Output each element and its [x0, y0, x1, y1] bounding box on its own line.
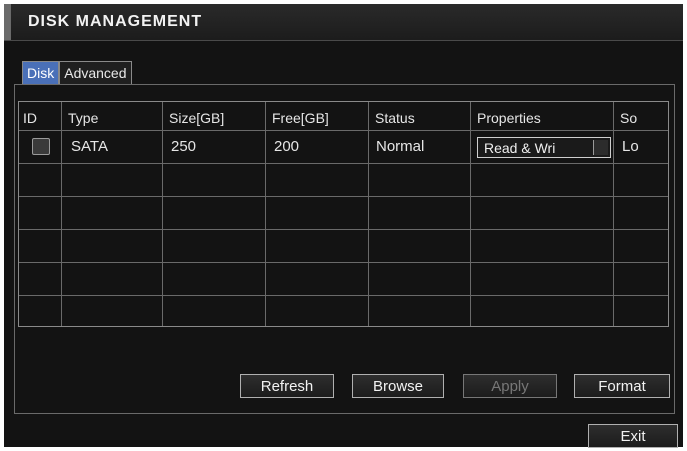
exit-button[interactable]: Exit [588, 424, 678, 448]
tab-bar: Disk Advanced [22, 61, 132, 85]
properties-dropdown[interactable]: Read & Wri [477, 137, 611, 158]
column-divider [613, 102, 614, 326]
header-id: ID [23, 110, 37, 126]
row-divider [19, 229, 668, 230]
row-divider [19, 163, 668, 164]
row-divider [19, 130, 668, 131]
column-divider [61, 102, 62, 326]
column-divider [162, 102, 163, 326]
dropdown-arrow-icon [593, 140, 608, 155]
properties-value: Read & Wri [484, 140, 556, 156]
refresh-button[interactable]: Refresh [240, 374, 334, 398]
browse-button[interactable]: Browse [352, 374, 444, 398]
apply-button[interactable]: Apply [463, 374, 557, 398]
format-button[interactable]: Format [574, 374, 670, 398]
cell-type: SATA [71, 138, 108, 155]
row-divider [19, 262, 668, 263]
header-source: So [620, 110, 638, 126]
title-accent-stripe [4, 4, 11, 40]
tab-advanced[interactable]: Advanced [59, 61, 132, 84]
disk-management-window: DISK MANAGEMENT Disk Advanced ID Type Si… [4, 4, 683, 448]
header-type: Type [68, 110, 99, 126]
title-bar: DISK MANAGEMENT [4, 4, 683, 41]
header-free: Free[GB] [272, 110, 329, 126]
header-size: Size[GB] [169, 110, 225, 126]
column-divider [265, 102, 266, 326]
cell-free: 200 [274, 138, 300, 155]
row-divider [19, 196, 668, 197]
column-divider [470, 102, 471, 326]
cell-status: Normal [376, 138, 425, 155]
cell-source: Lo [622, 138, 639, 155]
cell-size: 250 [171, 138, 197, 155]
tab-disk[interactable]: Disk [22, 61, 60, 84]
row-select-checkbox[interactable] [32, 138, 50, 155]
header-properties: Properties [477, 110, 541, 126]
row-divider [19, 295, 668, 296]
disk-table: ID Type Size[GB] Free[GB] Status Propert… [18, 101, 669, 327]
header-status: Status [375, 110, 415, 126]
column-divider [368, 102, 369, 326]
window-title: DISK MANAGEMENT [28, 13, 203, 30]
